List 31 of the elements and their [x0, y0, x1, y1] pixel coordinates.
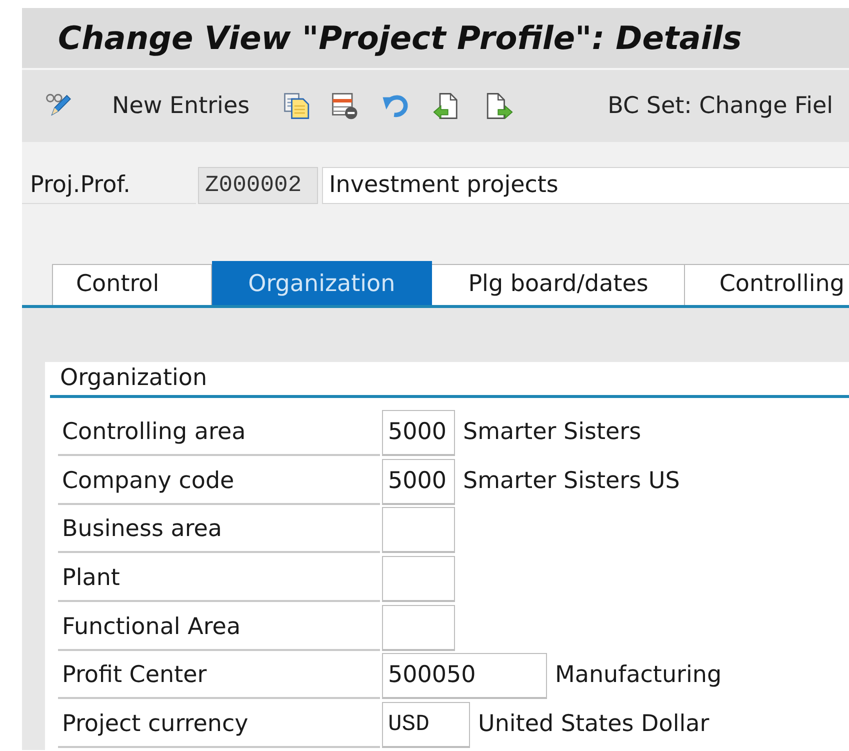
input-field[interactable]: 5000 [382, 458, 455, 505]
field-label: Controlling area [58, 410, 380, 456]
field-description: Smarter Sisters US [462, 466, 680, 496]
field-description: United States Dollar [477, 710, 710, 740]
new-entries-button[interactable]: New Entries [110, 88, 252, 124]
field-label: Functional Area [58, 604, 380, 651]
tab[interactable]: Controlling [685, 264, 849, 305]
input-field[interactable]: USD [382, 702, 470, 748]
field-description: Manufacturing [554, 661, 722, 690]
field-description: Smarter Sisters [462, 418, 642, 447]
description-field[interactable]: Investment projects [322, 167, 849, 204]
input-field[interactable]: 500050 [382, 653, 547, 700]
copy-icon[interactable] [282, 92, 312, 120]
field-label: Business area [58, 507, 380, 554]
input-field[interactable] [382, 556, 455, 602]
window-title: Change View "Project Profile": Details [58, 18, 742, 59]
code-field: Z000002 [198, 167, 318, 204]
tab[interactable]: Organization [212, 261, 432, 305]
tab[interactable]: Plg board/dates [432, 264, 686, 305]
section-title: Organization [50, 362, 849, 398]
input-field[interactable]: 5000 [382, 410, 455, 456]
field-label: Profit Center [58, 653, 380, 700]
bc-set-button[interactable]: BC Set: Change Fiel [608, 88, 834, 124]
field-label: Plant [58, 556, 380, 602]
field-label: Proj.Prof. [22, 167, 196, 204]
input-field[interactable] [382, 507, 455, 554]
input-field[interactable] [382, 604, 455, 651]
field-label: Project currency [58, 702, 380, 748]
delete-row-icon[interactable] [330, 92, 360, 120]
tab[interactable]: Control [52, 264, 212, 305]
field-label: Company code [58, 458, 380, 505]
